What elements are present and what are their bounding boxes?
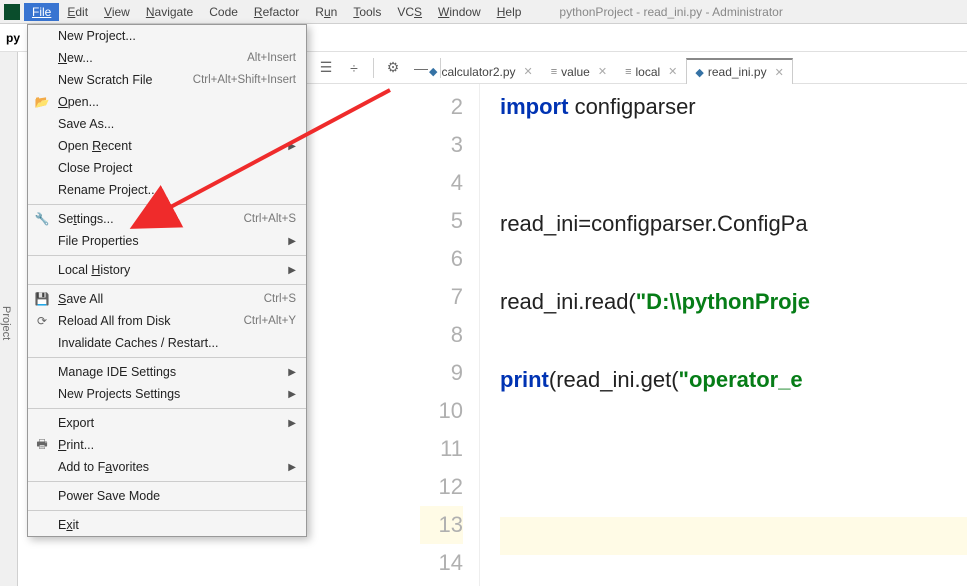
menu-run[interactable]: Run bbox=[307, 3, 345, 21]
text-file-icon: ≡ bbox=[625, 66, 631, 78]
menu-item-rename-project[interactable]: Rename Project... bbox=[28, 179, 306, 201]
text-file-icon: ≡ bbox=[551, 66, 557, 78]
tab-label: calculator2.py bbox=[441, 65, 515, 79]
menu-item-new-scratch-file[interactable]: New Scratch FileCtrl+Alt+Shift+Insert bbox=[28, 69, 306, 91]
editor-tabs: ◆ calculator2.py ✕ ≡ value ✕ ≡ local ✕ ◆ read_i… bbox=[420, 52, 967, 84]
window-title: pythonProject - read_ini.py - Administra… bbox=[559, 5, 782, 19]
menu-help[interactable]: Help bbox=[489, 3, 530, 21]
menu-item-invalidate-caches[interactable]: Invalidate Caches / Restart... bbox=[28, 332, 306, 354]
gear-icon[interactable]: ⚙ bbox=[384, 59, 402, 77]
app-logo-icon bbox=[4, 4, 20, 20]
folder-open-icon: 📂 bbox=[35, 95, 49, 109]
breadcrumb-text: py bbox=[6, 31, 20, 45]
submenu-arrow-icon: ▶ bbox=[288, 367, 296, 378]
menu-item-print[interactable]: 🖶Print... bbox=[28, 434, 306, 456]
submenu-arrow-icon: ▶ bbox=[288, 141, 296, 152]
menu-item-file-properties[interactable]: File Properties▶ bbox=[28, 230, 306, 252]
menu-item-power-save-mode[interactable]: Power Save Mode bbox=[28, 485, 306, 507]
menu-refactor[interactable]: Refactor bbox=[246, 3, 307, 21]
menu-item-reload-from-disk[interactable]: ⟳Reload All from DiskCtrl+Alt+Y bbox=[28, 310, 306, 332]
menu-code[interactable]: Code bbox=[201, 3, 246, 21]
toolbar-separator bbox=[373, 58, 374, 78]
close-icon[interactable]: ✕ bbox=[775, 66, 784, 79]
structure-icon[interactable]: ☰ bbox=[317, 59, 335, 77]
menu-separator bbox=[28, 284, 306, 285]
save-icon: 💾 bbox=[35, 292, 49, 306]
editor-content[interactable]: import configparser read_ini=configparse… bbox=[480, 84, 967, 586]
submenu-arrow-icon: ▶ bbox=[288, 265, 296, 276]
editor-tab[interactable]: ◆ calculator2.py ✕ bbox=[420, 58, 542, 84]
sync-icon: ⟳ bbox=[35, 314, 49, 328]
menu-item-new-project[interactable]: New Project... bbox=[28, 25, 306, 47]
editor-tab-active[interactable]: ◆ read_ini.py ✕ bbox=[686, 58, 792, 84]
menu-item-new-projects-settings[interactable]: New Projects Settings▶ bbox=[28, 383, 306, 405]
menu-vcs[interactable]: VCS bbox=[389, 3, 430, 21]
submenu-arrow-icon: ▶ bbox=[288, 389, 296, 400]
menu-item-open[interactable]: 📂Open... bbox=[28, 91, 306, 113]
menu-separator bbox=[28, 408, 306, 409]
divide-icon[interactable]: ÷ bbox=[345, 59, 363, 77]
menu-separator bbox=[28, 255, 306, 256]
wrench-icon: 🔧 bbox=[35, 212, 49, 226]
editor-tab[interactable]: ≡ value ✕ bbox=[542, 58, 616, 84]
editor-gutter: 234567891011121314 bbox=[420, 84, 480, 586]
close-icon[interactable]: ✕ bbox=[524, 65, 533, 78]
menu-edit[interactable]: Edit bbox=[59, 3, 96, 21]
file-menu-dropdown: New Project... New...Alt+Insert New Scra… bbox=[27, 24, 307, 537]
menu-item-save-all[interactable]: 💾Save AllCtrl+S bbox=[28, 288, 306, 310]
menu-separator bbox=[28, 204, 306, 205]
menu-item-add-to-favorites[interactable]: Add to Favorites▶ bbox=[28, 456, 306, 478]
submenu-arrow-icon: ▶ bbox=[288, 236, 296, 247]
submenu-arrow-icon: ▶ bbox=[288, 418, 296, 429]
menu-item-new[interactable]: New...Alt+Insert bbox=[28, 47, 306, 69]
menu-item-export[interactable]: Export▶ bbox=[28, 412, 306, 434]
code-editor[interactable]: 234567891011121314 import configparser r… bbox=[420, 84, 967, 586]
menu-separator bbox=[28, 481, 306, 482]
tab-label: local bbox=[635, 65, 660, 79]
editor-tab[interactable]: ≡ local ✕ bbox=[616, 58, 686, 84]
menu-item-exit[interactable]: Exit bbox=[28, 514, 306, 536]
close-icon[interactable]: ✕ bbox=[668, 65, 677, 78]
menu-tools[interactable]: Tools bbox=[345, 3, 389, 21]
menu-item-open-recent[interactable]: Open Recent▶ bbox=[28, 135, 306, 157]
menu-bar: File Edit View Navigate Code Refactor Ru… bbox=[0, 0, 967, 24]
menu-item-settings[interactable]: 🔧Settings...Ctrl+Alt+S bbox=[28, 208, 306, 230]
menu-item-save-as[interactable]: Save As... bbox=[28, 113, 306, 135]
printer-icon: 🖶 bbox=[35, 438, 49, 452]
tool-window-stripe-left[interactable]: Project bbox=[0, 52, 18, 586]
menu-item-local-history[interactable]: Local History▶ bbox=[28, 259, 306, 281]
menu-window[interactable]: Window bbox=[430, 3, 489, 21]
menu-item-close-project[interactable]: Close Project bbox=[28, 157, 306, 179]
menu-file[interactable]: File bbox=[24, 3, 59, 21]
menu-view[interactable]: View bbox=[96, 3, 138, 21]
python-file-icon: ◆ bbox=[695, 66, 703, 79]
tab-label: read_ini.py bbox=[708, 65, 767, 79]
tab-label: value bbox=[561, 65, 590, 79]
menu-separator bbox=[28, 357, 306, 358]
python-file-icon: ◆ bbox=[429, 65, 437, 78]
submenu-arrow-icon: ▶ bbox=[288, 462, 296, 473]
close-icon[interactable]: ✕ bbox=[598, 65, 607, 78]
menu-item-manage-ide-settings[interactable]: Manage IDE Settings▶ bbox=[28, 361, 306, 383]
menu-separator bbox=[28, 510, 306, 511]
menu-navigate[interactable]: Navigate bbox=[138, 3, 201, 21]
